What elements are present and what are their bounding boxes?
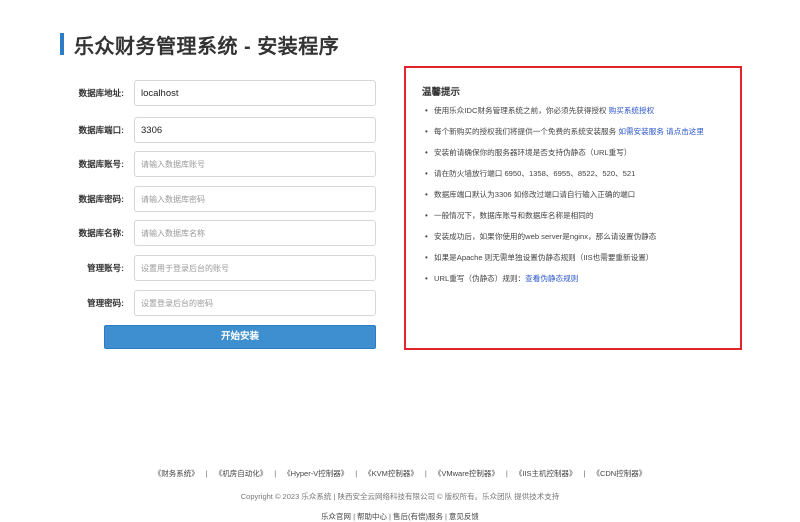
footer-bottom-links: 乐众官网 | 帮助中心 | 售后(有偿)服务 | 意见反馈 [0,511,800,522]
form-row-db-port: 数据库端口: [60,117,380,143]
tip-text: 一般情况下，数据库账号和数据库名称是相同的 [434,211,594,220]
tip-item: 数据库端口默认为3306 如修改过端口请自行输入正确的端口 [422,188,738,209]
form-row-db-name: 数据库名称: [60,220,380,246]
footer-link-finance[interactable]: 《财务系统》 [154,469,199,478]
tip-item: 使用乐众IDC财务管理系统之前，你必须先获得授权 购买系统授权 [422,104,738,125]
db-name-label: 数据库名称: [78,228,124,238]
tip-text: 数据库端口默认为3306 如修改过端口请自行输入正确的端口 [434,190,636,199]
form-row-admin-password: 管理密码: [60,290,380,316]
footer-separator: | [353,512,356,521]
form-row-db-password: 数据库密码: [60,186,380,212]
footer-separator: | [583,469,586,478]
db-password-label: 数据库密码: [78,194,124,204]
admin-password-input[interactable] [134,290,376,316]
db-name-input[interactable] [134,220,376,246]
footer-copyright: Copyright © 2023 乐众系统 | 陕西安全云网络科技有限公司 © … [240,492,560,501]
title-accent-bar [60,33,64,55]
footer-link-vmware[interactable]: 《VMware控制器》 [434,469,499,478]
page-title: 乐众财务管理系统 - 安装程序 [74,35,340,58]
tips-panel: 温馨提示 使用乐众IDC财务管理系统之前，你必须先获得授权 购买系统授权 每个新… [404,66,742,350]
tips-title: 温馨提示 [422,87,461,98]
footer-separator: | [355,469,358,478]
rewrite-rules-link[interactable]: 查看伪静态规则 [525,274,578,283]
start-install-button[interactable]: 开始安装 [104,325,376,349]
footer-link-after-sales[interactable]: 售后(有偿)服务 [393,512,443,521]
footer-separator: | [424,469,427,478]
footer-separator: | [444,512,447,521]
tip-text: 使用乐众IDC财务管理系统之前，你必须先获得授权 [434,106,609,115]
footer-link-official-site[interactable]: 乐众官网 [321,512,351,521]
footer-link-kvm[interactable]: 《KVM控制器》 [364,469,418,478]
tip-text: 请在防火墙放行端口 6950、1358、6955、8522、520、521 [434,169,636,178]
tip-item: 请在防火墙放行端口 6950、1358、6955、8522、520、521 [422,167,738,188]
page-header: 乐众财务管理系统 - 安装程序 [60,32,340,58]
admin-account-label: 管理账号: [87,263,124,273]
db-port-label: 数据库端口: [78,125,124,135]
tip-text: 安装前请确保你的服务器环境是否支持伪静态（URL重写） [434,148,632,157]
footer-product-links: 《财务系统》 | 《机房自动化》 | 《Hyper-V控制器》 | 《KVM控制器》 | 《VM… [0,468,800,479]
footer-separator: | [389,512,391,521]
tip-item: URL重写（伪静态）规则：查看伪静态规则 [422,272,738,293]
footer-link-cdn[interactable]: 《CDN控制器》 [592,469,646,478]
tip-item: 安装成功后，如果你使用的web server是nginx，那么请设置伪静态 [422,230,738,251]
footer-link-feedback[interactable]: 意见反馈 [449,512,479,521]
db-user-label: 数据库账号: [78,159,124,169]
admin-account-input[interactable] [134,255,376,281]
footer-separator: | [505,469,508,478]
install-service-link[interactable]: 如需安装服务 请点击这里 [618,127,704,136]
form-row-db-host: 数据库地址: [60,80,380,106]
db-user-input[interactable] [134,151,376,177]
buy-license-link[interactable]: 购买系统授权 [609,106,655,115]
footer-link-help-center[interactable]: 帮助中心 [357,512,387,521]
footer-separator: | [274,469,277,478]
footer-link-hyperv[interactable]: 《Hyper-V控制器》 [283,469,348,478]
db-host-label: 数据库地址: [78,88,124,98]
tip-item: 一般情况下，数据库账号和数据库名称是相同的 [422,209,738,230]
tip-text: 安装成功后，如果你使用的web server是nginx，那么请设置伪静态 [434,232,657,241]
tip-text: 每个新购买的授权我们将提供一个免费的系统安装服务 [434,127,619,136]
footer-link-idc-automation[interactable]: 《机房自动化》 [215,469,268,478]
footer-separator: | [205,469,208,478]
form-row-db-user: 数据库账号: [60,151,380,177]
db-host-input[interactable] [134,80,376,106]
db-password-input[interactable] [134,186,376,212]
form-row-admin-account: 管理账号: [60,255,380,281]
db-port-input[interactable] [134,117,376,143]
tip-text: 如果是Apache 则无需单独设置伪静态规则（IIS也需要重新设置） [434,253,654,262]
admin-password-label: 管理密码: [87,298,124,308]
footer-link-iis[interactable]: 《IIS主机控制器》 [515,469,577,478]
tip-item: 如果是Apache 则无需单独设置伪静态规则（IIS也需要重新设置） [422,251,738,272]
tip-text: URL重写（伪静态）规则： [434,274,526,283]
tip-item: 每个新购买的授权我们将提供一个免费的系统安装服务 如需安装服务 请点击这里 [422,125,738,146]
tips-list: 使用乐众IDC财务管理系统之前，你必须先获得授权 购买系统授权 每个新购买的授权… [422,104,738,293]
tip-item: 安装前请确保你的服务器环境是否支持伪静态（URL重写） [422,146,738,167]
